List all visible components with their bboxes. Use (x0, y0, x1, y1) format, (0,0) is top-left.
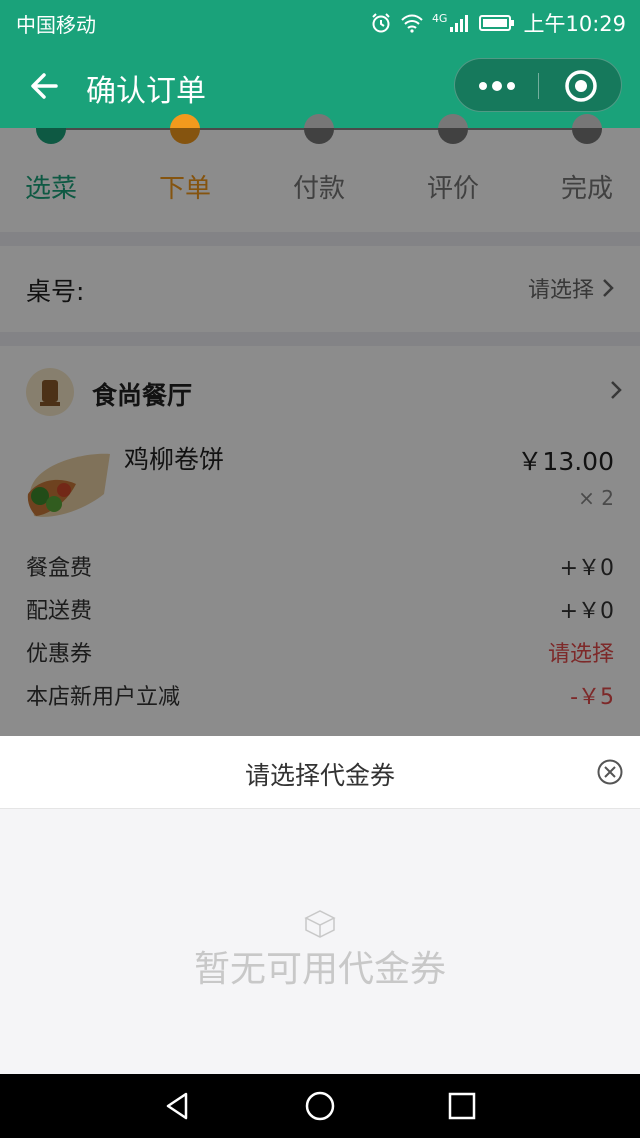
battery-icon (479, 15, 515, 31)
signal-icon (450, 15, 469, 32)
close-icon[interactable] (596, 758, 624, 786)
voucher-sheet: 请选择代金券 暂无可用代金券 (0, 736, 640, 1074)
back-triangle-icon[interactable] (162, 1090, 194, 1122)
voucher-sheet-header: 请选择代金券 (0, 736, 640, 809)
more-button[interactable] (455, 59, 539, 113)
empty-state-text: 暂无可用代金券 (193, 949, 446, 990)
more-dots-icon (479, 81, 515, 91)
miniapp-capsule (454, 58, 622, 112)
carrier-name: 中国移动 (16, 13, 96, 37)
recents-square-icon[interactable] (446, 1090, 478, 1122)
page-title: 确认订单 (86, 74, 206, 109)
status-time: 上午10:29 (523, 12, 626, 36)
target-circle-icon (565, 70, 597, 102)
close-miniapp-button[interactable] (539, 59, 623, 113)
voucher-sheet-title: 请选择代金券 (244, 761, 395, 790)
modal-overlay[interactable] (0, 128, 640, 736)
wifi-icon (401, 14, 423, 33)
alarm-icon (372, 13, 390, 33)
home-circle-icon[interactable] (304, 1090, 336, 1122)
network-type: 4G (431, 11, 448, 25)
status-icons: 4G 上午10:29 (370, 8, 626, 38)
status-bar: 中国移动 4G 上午10:29 (0, 0, 640, 44)
back-arrow-icon[interactable] (26, 68, 62, 104)
system-nav-bar (0, 1074, 640, 1138)
empty-box-icon (304, 910, 336, 938)
